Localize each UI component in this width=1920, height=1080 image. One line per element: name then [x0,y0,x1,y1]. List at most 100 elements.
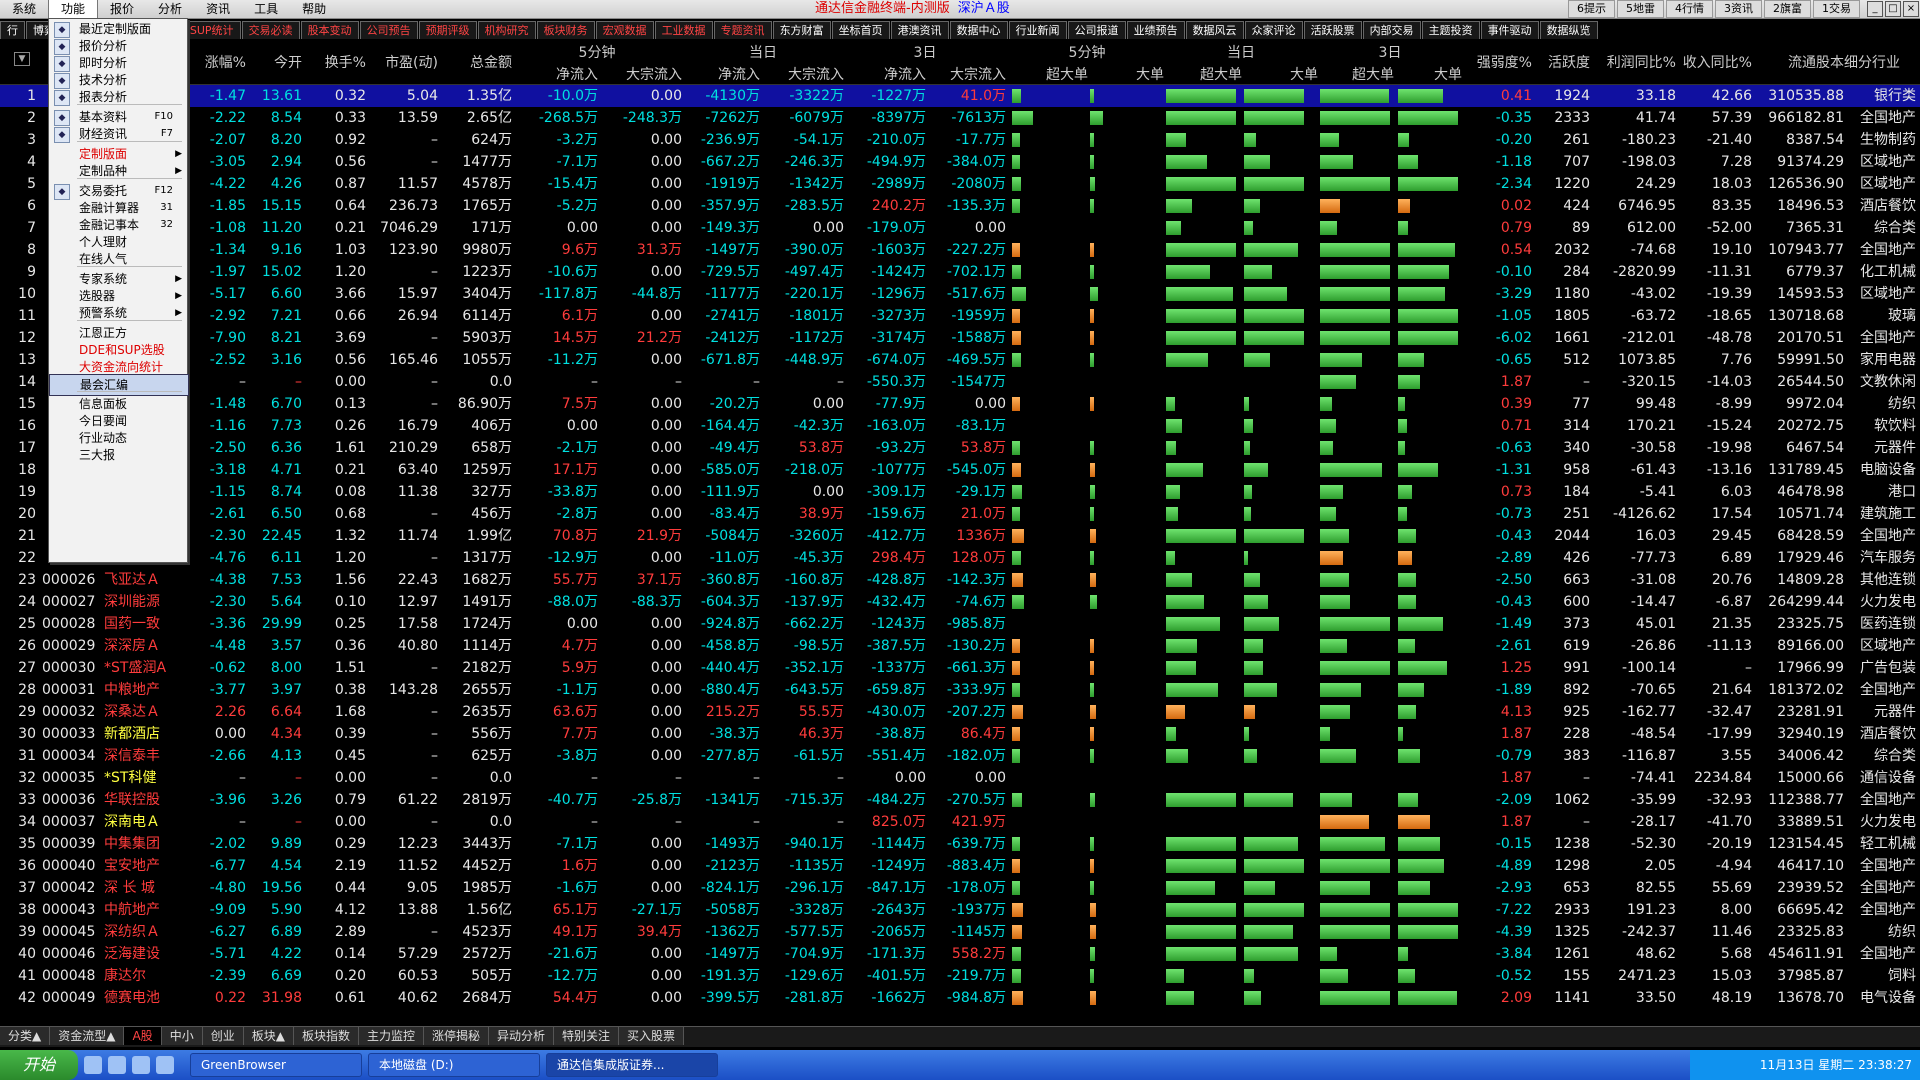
table-row[interactable]: 13 -2.52 3.16 0.56 165.46 1055万 -11.2万 0.00 -671… [0,349,1920,371]
taskbar-button[interactable]: GreenBrowser [190,1053,362,1077]
menu-item[interactable]: 分析 [146,0,194,18]
menu-item[interactable]: 工具 [242,0,290,18]
sector-tab[interactable]: 资金流型▲ [50,1027,125,1045]
table-row[interactable]: 24 000027 深圳能源 -2.30 5.64 0.10 12.97 1491万 -88.0… [0,591,1920,613]
info-tab-item[interactable]: 主题投资 [1421,21,1480,39]
column-header[interactable]: 净流入 [512,64,598,84]
table-row[interactable]: 26 000029 深深房Ａ -4.48 3.57 0.36 40.80 1114万 4.7万 0… [0,635,1920,657]
info-tab-item[interactable]: 众家评论 [1244,21,1303,39]
table-row[interactable]: 30 000033 新都酒店 0.00 4.34 0.39 – 556万 7.7万 0.00 -38… [0,723,1920,745]
minimize-icon[interactable]: _ [1867,1,1883,17]
menu-item[interactable]: 功能 [48,0,99,19]
table-row[interactable]: 25 000028 国药一致 -3.36 29.99 0.25 17.58 1724万 0.00… [0,613,1920,635]
column-header[interactable]: 市盈(动) [366,52,438,72]
info-tab-item[interactable]: 数据中心 [949,21,1008,39]
sector-tab[interactable]: 主力监控 [358,1027,424,1045]
table-row[interactable]: 39 000045 深纺织Ａ -6.27 6.89 2.89 – 4523万 49.1万 39.4… [0,921,1920,943]
menu-20[interactable]: 最会汇编 [49,374,189,396]
table-row[interactable]: 32 000035 *ST科健 – – 0.00 – 0.0 – – – – 0.00 0.00 1.87 –… [0,767,1920,789]
column-header[interactable]: 净流入 [682,64,760,84]
taskbar-button[interactable]: 通达信集成版证券... [546,1053,718,1077]
sector-tab[interactable]: 创业 [202,1027,244,1045]
table-row[interactable]: 19 -1.15 8.74 0.08 11.38 327万 -33.8万 0.00 -111.9… [0,481,1920,503]
column-header[interactable]: 大单 [1088,64,1164,84]
sector-tab[interactable]: 特别关注 [554,1027,620,1045]
column-header[interactable]: 利润同比% [1590,52,1676,72]
sector-tab[interactable]: 涨停揭秘 [423,1027,489,1045]
menu-item[interactable]: 系统 [0,0,48,18]
column-header[interactable]: 净流入 [844,64,926,84]
column-header[interactable]: 超大单 [1010,64,1088,84]
table-row[interactable]: 15 -1.48 6.70 0.13 – 86.90万 7.5万 0.00 -20.2万 0.00… [0,393,1920,415]
info-tab-item[interactable]: 工业数据 [654,21,713,39]
table-row[interactable]: 40 000046 泛海建设 -5.71 4.22 0.14 57.29 2572万 -21.6… [0,943,1920,965]
column-header[interactable]: 细分行业 [1844,52,1916,72]
column-header[interactable]: 换手% [302,52,366,72]
menu-24[interactable]: 三大报 [49,445,187,465]
info-tab-item[interactable]: 预期评级 [418,21,477,39]
close-icon[interactable]: × [1903,1,1919,17]
quicklaunch-icon[interactable] [108,1056,126,1074]
start-button[interactable]: 开始 [0,1050,78,1080]
info-tab-item[interactable]: 活跃股票 [1303,21,1362,39]
info-tab[interactable]: 6提示 [1568,0,1615,18]
table-row[interactable]: 5 -4.22 4.26 0.87 11.57 4578万 -15.4万 0.00 -1919万… [0,173,1920,195]
menu-item[interactable]: 帮助 [290,0,338,18]
table-row[interactable]: 9 -1.97 15.02 1.20 – 1223万 -10.6万 0.00 -729.5万 -4… [0,261,1920,283]
info-tab-item[interactable]: 宏观数据 [595,21,654,39]
info-tab-item[interactable]: SUP统计 [182,21,241,39]
column-header[interactable]: 大宗流入 [760,64,844,84]
info-tab-item[interactable]: 公司报道 [1067,21,1126,39]
info-tab-item[interactable]: 行 [0,21,25,39]
info-tab-item[interactable]: 专题资讯 [713,21,772,39]
table-row[interactable]: 20 -2.61 6.50 0.68 – 456万 -2.8万 0.00 -83.4万 38.9万… [0,503,1920,525]
table-row[interactable]: 17 -2.50 6.36 1.61 210.29 658万 -2.1万 0.00 -49.4万… [0,437,1920,459]
table-row[interactable]: 36 000040 宝安地产 -6.77 4.54 2.19 11.52 4452万 1.6万 0… [0,855,1920,877]
sector-tab[interactable]: 中小 [161,1027,203,1045]
sector-tab[interactable]: A股 [124,1027,162,1045]
table-row[interactable]: 3 -2.07 8.20 0.92 – 624万 -3.2万 0.00 -236.9万 -54.1… [0,129,1920,151]
column-header[interactable]: 大单 [1394,64,1462,84]
info-tab[interactable]: 1交易 [1813,0,1860,18]
table-row[interactable]: 38 000043 中航地产 -9.09 5.90 4.12 13.88 1.56亿 65.1万… [0,899,1920,921]
info-tab[interactable]: 3资讯 [1715,0,1762,18]
info-tab-item[interactable]: 行业新闻 [1008,21,1067,39]
info-tab[interactable]: 2旗富 [1764,0,1811,18]
sector-tab[interactable]: 板块▲ [243,1027,294,1045]
info-tab-item[interactable]: 港澳资讯 [890,21,949,39]
column-header[interactable]: 超大单 [1164,64,1242,84]
info-tab-item[interactable]: 数据纵览 [1539,21,1598,39]
column-header[interactable]: 流通股本 [1752,52,1844,72]
column-menu-icon[interactable]: ▼ [14,52,30,66]
table-row[interactable]: 10 -5.17 6.60 3.66 15.97 3404万 -117.8万 -44.8万 -1… [0,283,1920,305]
table-row[interactable]: 37 000042 深 长 城 -4.80 19.56 0.44 9.05 1985万 -1.6… [0,877,1920,899]
sector-tab[interactable]: 分类▲ [0,1027,51,1045]
table-row[interactable]: 4 -3.05 2.94 0.56 – 1477万 -7.1万 0.00 -667.2万 -246… [0,151,1920,173]
table-row[interactable]: 6 -1.85 15.15 0.64 236.73 1765万 -5.2万 0.00 -357.… [0,195,1920,217]
table-row[interactable]: 8 -1.34 9.16 1.03 123.90 9980万 9.6万 31.3万 -1497万… [0,239,1920,261]
info-tab-item[interactable]: 股本变动 [300,21,359,39]
quicklaunch-icon[interactable] [84,1056,102,1074]
table-row[interactable]: 42 000049 德赛电池 0.22 31.98 0.61 40.62 2684万 54.4万… [0,987,1920,1009]
info-tab-item[interactable]: 事件驱动 [1480,21,1539,39]
table-row[interactable]: 7 -1.08 11.20 0.21 7046.29 171万 0.00 0.00 -149.3… [0,217,1920,239]
info-tab-item[interactable]: 板块财务 [536,21,595,39]
info-tab[interactable]: 5地雷 [1617,0,1664,18]
sector-tab[interactable]: 板块指数 [293,1027,359,1045]
column-header[interactable]: 涨幅% [180,52,246,72]
menu-item[interactable]: 报价 [98,0,146,18]
table-row[interactable]: 1 -1.47 13.61 0.32 5.04 1.35亿 -10.0万 0.00 -4130万… [0,85,1920,107]
table-row[interactable]: 41 000048 康达尔 -2.39 6.69 0.20 60.53 505万 -12.7万 0… [0,965,1920,987]
column-header[interactable]: 强弱度% [1462,52,1532,72]
taskbar-button[interactable]: 本地磁盘 (D:) [368,1053,540,1077]
table-row[interactable]: 33 000036 华联控股 -3.96 3.26 0.79 61.22 2819万 -40.7… [0,789,1920,811]
quicklaunch-icon[interactable] [156,1056,174,1074]
maximize-icon[interactable]: □ [1885,1,1901,17]
table-row[interactable]: 34 000037 深南电Ａ – – 0.00 – 0.0 – – – – 825.0万 421.9万 1.… [0,811,1920,833]
table-row[interactable]: 28 000031 中粮地产 -3.77 3.97 0.38 143.28 2655万 -1.1… [0,679,1920,701]
info-tab-item[interactable]: 公司预告 [359,21,418,39]
info-tab-item[interactable]: 机构研究 [477,21,536,39]
sector-tab[interactable]: 买入股票 [619,1027,685,1045]
sector-tab[interactable]: 异动分析 [489,1027,555,1045]
table-row[interactable]: 31 000034 深信泰丰 -2.66 4.13 0.45 – 625万 -3.8万 0.00 -… [0,745,1920,767]
